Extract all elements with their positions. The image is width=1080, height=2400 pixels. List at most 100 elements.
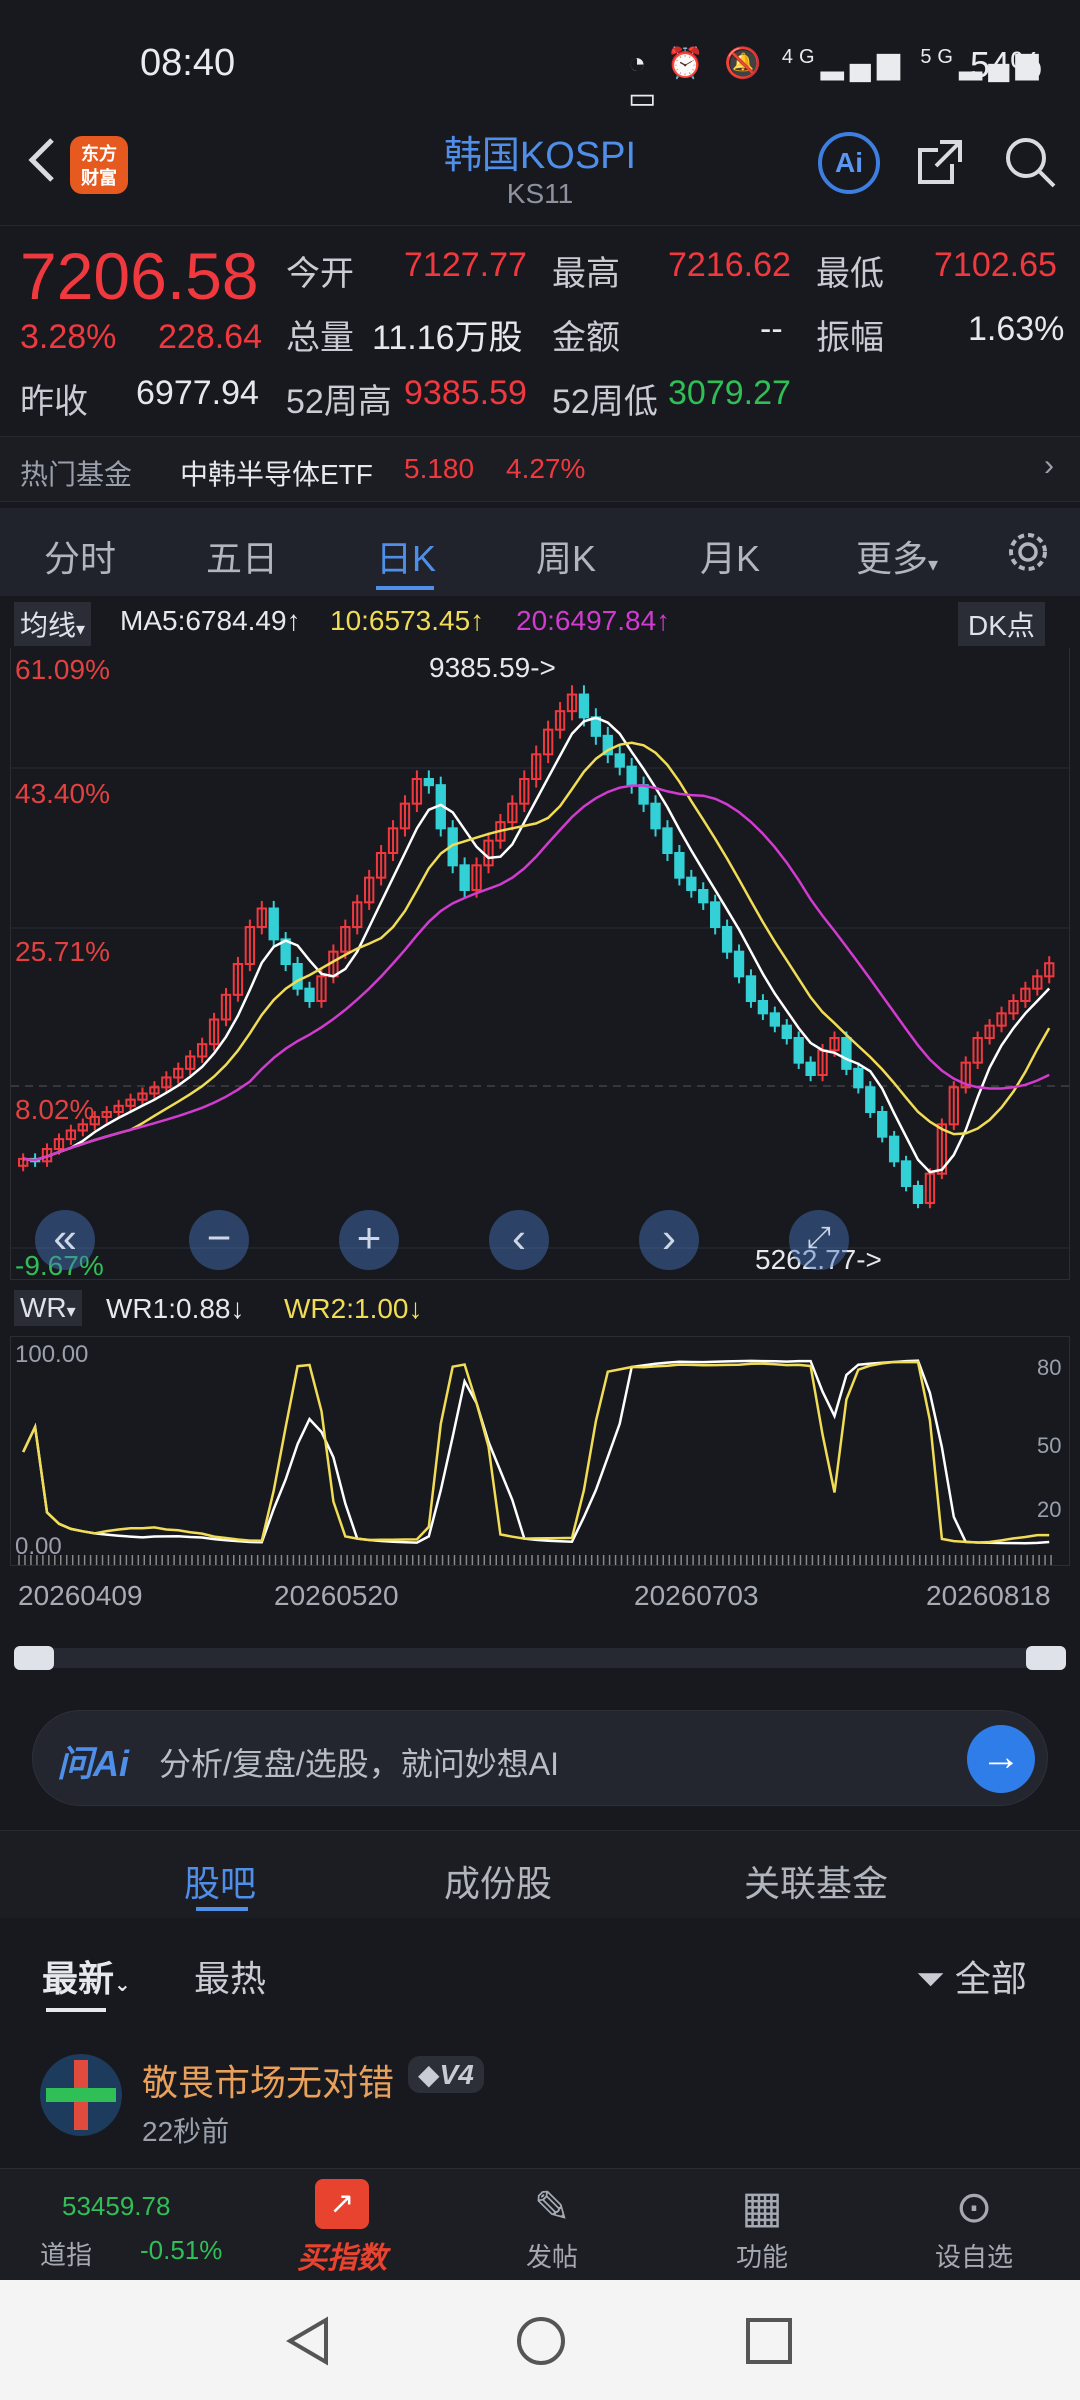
- candle-body: [888, 1135, 900, 1163]
- filter-button[interactable]: ⏷ 全部: [916, 1950, 1027, 2002]
- network2-label: 5G: [920, 46, 959, 68]
- status-time: 08:40: [140, 42, 236, 84]
- open-value: 7127.77: [404, 246, 527, 284]
- nav-function[interactable]: ▦ 功能: [692, 2179, 832, 2274]
- ai-ask-bar[interactable]: 问Ai 分析/复盘/选股，就问妙想AI →: [32, 1710, 1048, 1806]
- period-tabs: 分时 五日 日K 周K 月K 更多▾: [0, 508, 1080, 596]
- wr-y-80: 80: [1037, 1355, 1062, 1380]
- share-icon[interactable]: [910, 132, 970, 192]
- candlestick-chart[interactable]: 61.09% 43.40% 25.71% 8.02% -9.67% 9385.5…: [10, 648, 1070, 1281]
- scroll-handle-right[interactable]: [1026, 1646, 1066, 1670]
- gear-icon[interactable]: [1004, 528, 1052, 576]
- tab-five-day[interactable]: 五日: [206, 530, 278, 582]
- nav-buy-index[interactable]: ↗ 买指数: [272, 2179, 412, 2277]
- fullscreen-icon[interactable]: ⤢: [789, 1210, 849, 1270]
- alarm-icon: ⏰: [666, 47, 710, 80]
- candle-body: [841, 1037, 852, 1070]
- volume-value: 11.16万股: [372, 319, 523, 357]
- current-price: 7206.58: [20, 239, 259, 313]
- dk-point-toggle[interactable]: DK点: [958, 602, 1045, 646]
- tab-constituents[interactable]: 成份股: [444, 1855, 552, 1907]
- nav-recents-icon[interactable]: [744, 2316, 794, 2366]
- tab-weekly-k[interactable]: 周K: [536, 530, 596, 582]
- zoom-in-icon[interactable]: +: [339, 1210, 399, 1270]
- hot-fund-bar[interactable]: 热门基金 中韩半导体ETF 5.180 4.27% ›: [0, 436, 1080, 502]
- tab-related-funds[interactable]: 关联基金: [744, 1855, 888, 1907]
- ma-selector[interactable]: 均线▾: [14, 602, 92, 646]
- sort-hottest[interactable]: 最热: [194, 1950, 266, 2002]
- arrow-right-icon[interactable]: →: [967, 1725, 1035, 1793]
- amplitude-label: 振幅: [816, 319, 884, 357]
- scroll-handle-left[interactable]: [14, 1646, 54, 1670]
- tab-daily-k[interactable]: 日K: [376, 530, 436, 582]
- wr-indicator-chart[interactable]: 100.00 0.00 80 50 20: [10, 1336, 1070, 1566]
- hot-fund-price: 5.180: [404, 453, 475, 484]
- scroll-left-icon[interactable]: «: [35, 1210, 95, 1270]
- date-axis: 20260409 20260520 20260703 20260818: [0, 1580, 1080, 1620]
- wr2-value: WR2:1.00↓: [284, 1293, 423, 1324]
- step-left-icon[interactable]: ‹: [489, 1210, 549, 1270]
- user-level-badge: ◆V4: [408, 2056, 484, 2093]
- change-percent: 3.28%: [20, 318, 117, 356]
- trend-up-icon: ↗: [315, 2179, 369, 2229]
- kline-svg: [11, 685, 1069, 1249]
- ai-ask-input[interactable]: 分析/复盘/选股，就问妙想AI: [159, 1739, 559, 1785]
- signal1-icon: ▂▄▆: [820, 47, 906, 80]
- date-label-1: 20260409: [18, 1580, 143, 1611]
- nav-post[interactable]: ✎ 发帖: [482, 2179, 622, 2274]
- post-item[interactable]: 敬畏市场无对错 ◆V4 22秒前: [0, 2020, 1080, 2170]
- candle-body: [805, 1061, 816, 1076]
- candle-body: [912, 1185, 924, 1205]
- candle-body: [745, 975, 757, 1003]
- high-label: 最高: [552, 255, 620, 293]
- chart-scrollbar[interactable]: [14, 1646, 1066, 1670]
- step-right-icon[interactable]: ›: [639, 1210, 699, 1270]
- nav-add-watchlist[interactable]: ⊙ 设自选: [904, 2179, 1044, 2274]
- nav-home-icon[interactable]: [514, 2314, 568, 2368]
- prev-close-value: 6977.94: [136, 374, 259, 412]
- candle-body: [698, 889, 709, 904]
- indicator-selector[interactable]: WR▾: [14, 1290, 82, 1326]
- chevron-right-icon: ›: [1044, 449, 1054, 482]
- community-tabs: 股吧 成份股 关联基金: [0, 1830, 1080, 1918]
- nav-back-icon[interactable]: [282, 2314, 336, 2368]
- bottom-tab-indicator: [196, 1907, 248, 1911]
- dropdown-icon: ▾: [928, 554, 939, 576]
- tab-forum[interactable]: 股吧: [184, 1855, 256, 1907]
- zoom-out-icon[interactable]: −: [189, 1210, 249, 1270]
- avatar[interactable]: [40, 2054, 122, 2136]
- candle-body: [304, 987, 315, 1002]
- ai-assistant-icon[interactable]: Ai: [818, 132, 880, 194]
- dow-index-value[interactable]: 53459.78: [62, 2191, 170, 2222]
- candle-body: [662, 827, 673, 854]
- candle-body: [638, 784, 649, 805]
- wr2-line: [22, 1360, 1050, 1544]
- ma-selector-label: 均线: [20, 610, 77, 641]
- more-circle-icon: ⊙: [955, 2183, 993, 2232]
- tab-more-label: 更多: [856, 538, 929, 579]
- ma10-value: 10:6573.45↑: [330, 605, 485, 636]
- candle-body: [710, 901, 721, 928]
- week52-high-value: 9385.59: [404, 374, 527, 412]
- sort-latest-label: 最新: [42, 1958, 115, 1999]
- search-icon[interactable]: [1000, 132, 1060, 192]
- candle-body: [292, 963, 303, 990]
- tab-monthly-k[interactable]: 月K: [700, 530, 760, 582]
- candle-body: [733, 950, 745, 978]
- tab-intraday[interactable]: 分时: [44, 530, 116, 582]
- post-username[interactable]: 敬畏市场无对错: [142, 2054, 394, 2106]
- high-value: 7216.62: [668, 246, 791, 284]
- system-nav-bar: [0, 2280, 1080, 2400]
- candle-body: [781, 1024, 792, 1039]
- grid-icon: ▦: [741, 2183, 783, 2232]
- sort-latest[interactable]: 最新⌄: [42, 1950, 131, 2002]
- speed-icon: ◔: [628, 47, 653, 80]
- high-marker: 9385.59->: [429, 652, 556, 683]
- active-tab-indicator: [376, 586, 434, 590]
- dow-index-name[interactable]: 道指: [40, 2235, 92, 2272]
- week52-high-label: 52周高: [286, 383, 392, 421]
- candle-body: [721, 926, 733, 953]
- sort-row: 最新⌄ 最热 ⏷ 全部: [0, 1920, 1080, 2020]
- wr1-value: WR1:0.88↓: [106, 1293, 245, 1324]
- tab-more[interactable]: 更多▾: [856, 530, 938, 582]
